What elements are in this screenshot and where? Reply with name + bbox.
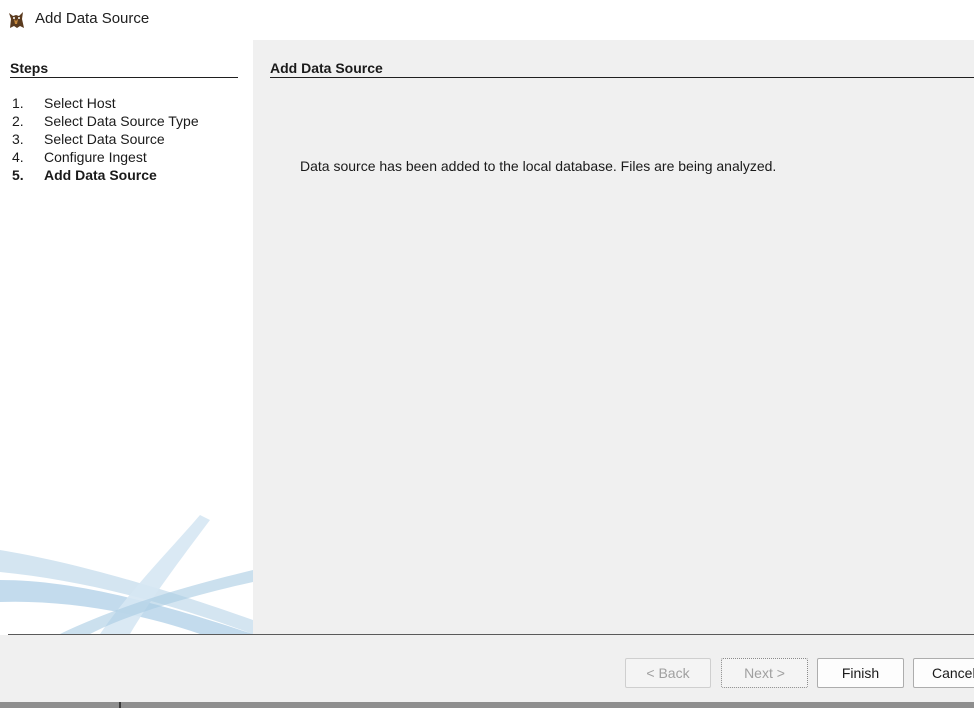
autopsy-dog-icon [9, 12, 24, 28]
step-label: Add Data Source [44, 167, 157, 183]
steps-heading: Steps [10, 60, 49, 76]
back-button[interactable]: < Back [625, 658, 711, 688]
window-title: Add Data Source [35, 10, 150, 27]
step-item: 1. Select Host [12, 95, 116, 111]
step-item: 2. Select Data Source Type [12, 113, 199, 129]
title-bar: Add Data Source [0, 0, 974, 40]
steps-sidebar: Steps 1. Select Host 2. Select Data Source… [0, 40, 253, 634]
taskbar-separator [119, 702, 121, 708]
decorative-swoosh-graphic [0, 515, 253, 634]
cancel-button[interactable]: Cancel [913, 658, 974, 688]
steps-divider [10, 77, 238, 78]
step-item: 4. Configure Ingest [12, 149, 147, 165]
steps-list: 1. Select Host 2. Select Data Source Type … [12, 94, 199, 184]
step-label: Select Host [44, 95, 116, 111]
status-message: Data source has been added to the local … [300, 158, 777, 174]
step-label: Select Data Source Type [44, 113, 199, 129]
step-item-active: 5. Add Data Source [12, 167, 157, 183]
step-label: Configure Ingest [44, 149, 147, 165]
step-label: Select Data Source [44, 131, 165, 147]
panel-title: Add Data Source [270, 60, 383, 76]
finish-button[interactable]: Finish [817, 658, 904, 688]
taskbar-strip [0, 702, 974, 708]
step-item: 3. Select Data Source [12, 131, 165, 147]
button-bar: < Back Next > Finish Cancel [0, 635, 974, 702]
panel-divider [270, 77, 974, 78]
content-panel: Add Data Source Data source has been add… [253, 40, 974, 634]
next-button[interactable]: Next > [721, 658, 808, 688]
